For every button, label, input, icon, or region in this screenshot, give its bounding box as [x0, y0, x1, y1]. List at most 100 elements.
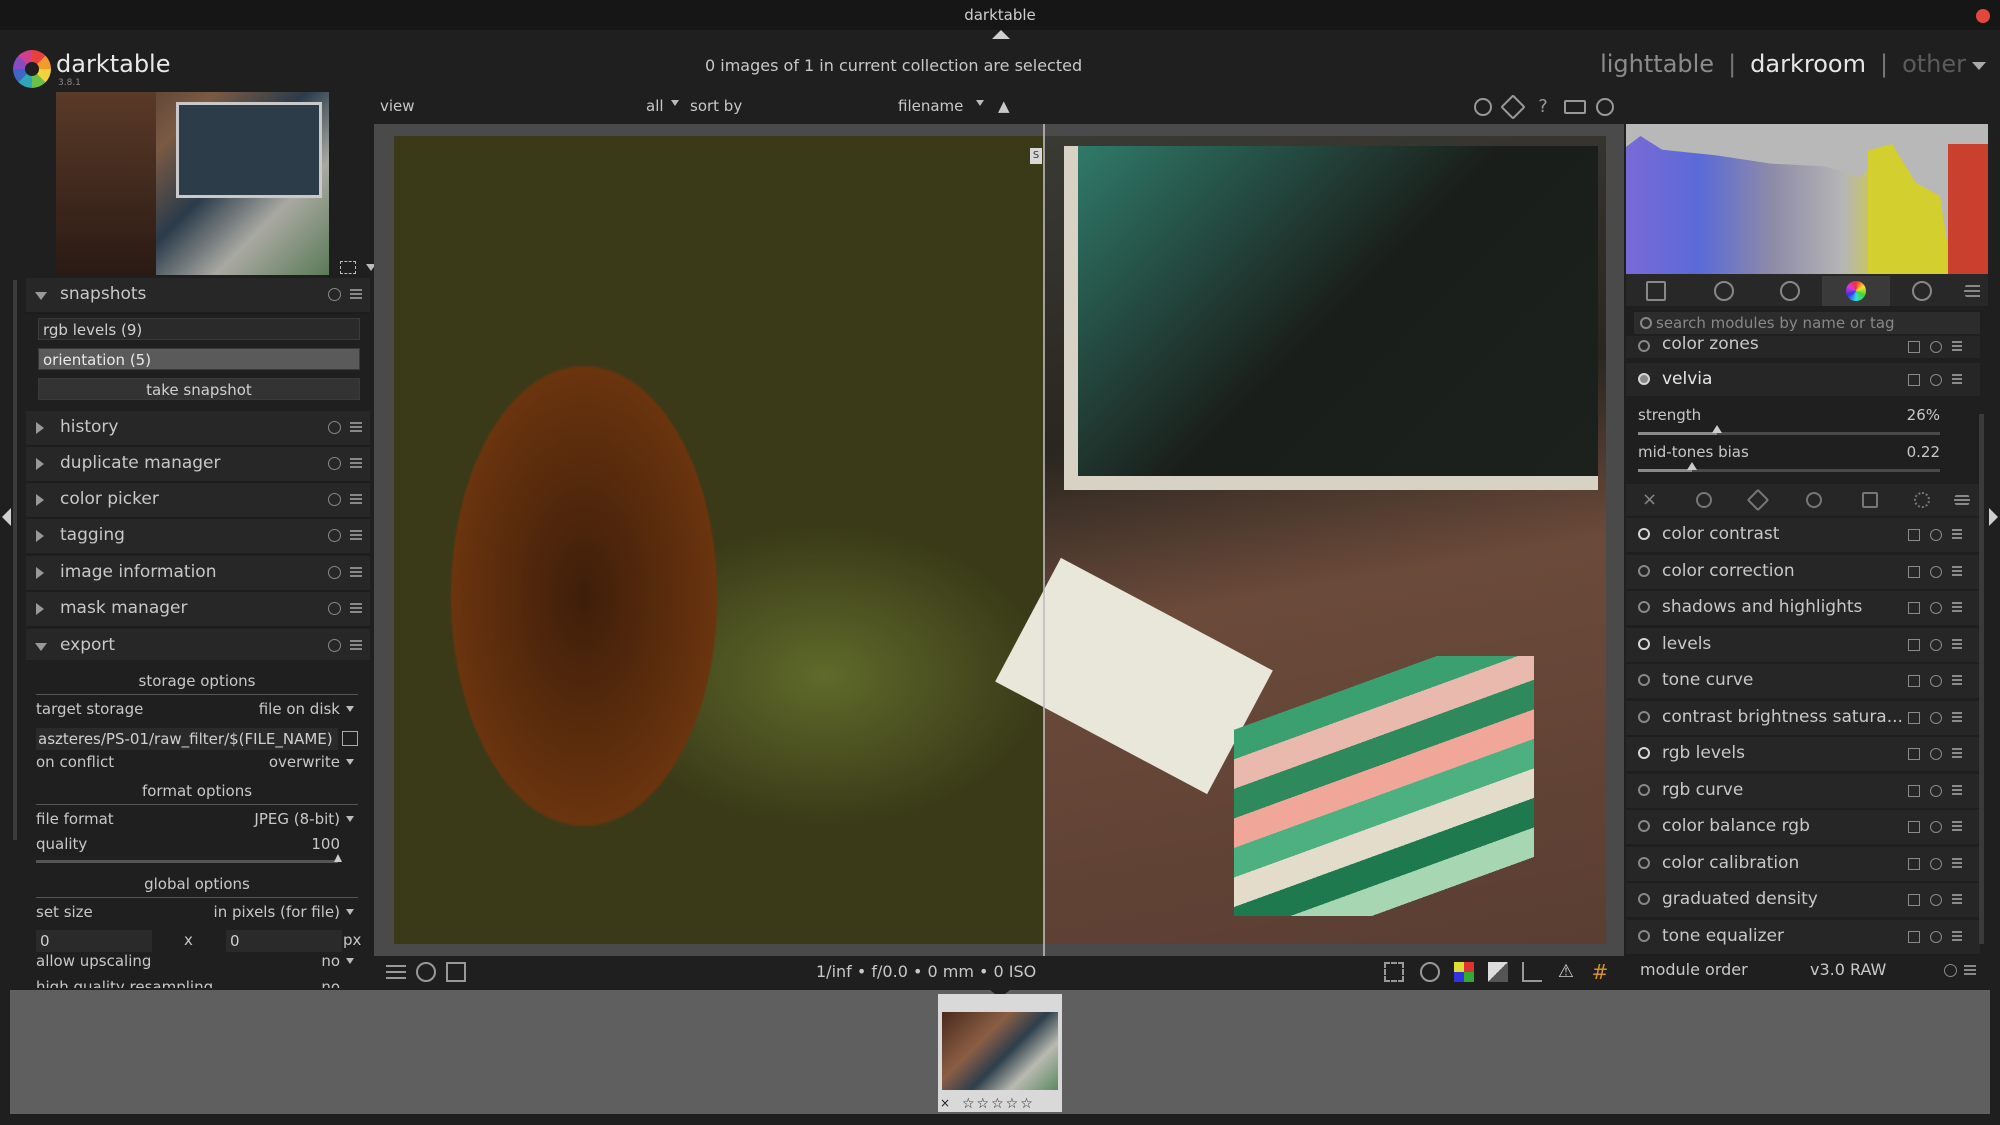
power-icon[interactable]: [1638, 528, 1650, 540]
reject-icon[interactable]: ×: [940, 1096, 950, 1110]
uniform-mask-icon[interactable]: [1696, 492, 1712, 508]
reset-icon[interactable]: [1930, 602, 1942, 614]
slider-knob[interactable]: [1712, 425, 1722, 433]
module-graduated-density[interactable]: graduated density: [1626, 883, 1980, 919]
module-duplicate-manager[interactable]: duplicate manager: [26, 447, 370, 483]
view-lighttable[interactable]: lighttable: [1600, 50, 1714, 78]
multi-instance-icon[interactable]: [1908, 931, 1920, 943]
mid-tones-bias-slider-bar[interactable]: [1638, 462, 1940, 472]
filmstrip-thumbnail-image[interactable]: [942, 1012, 1058, 1090]
reset-icon[interactable]: [1930, 529, 1942, 541]
hq-resampling-select[interactable]: high quality resampling no: [36, 978, 358, 988]
snapshot-split-line[interactable]: [1043, 124, 1045, 956]
effects-group-icon[interactable]: [1912, 281, 1932, 301]
export-path-input[interactable]: aszteres/PS-01/raw_filter/$(FILE_NAME): [36, 728, 338, 750]
reset-icon[interactable]: [1944, 964, 1957, 977]
styles-icon[interactable]: [416, 962, 436, 982]
quality-slider[interactable]: [36, 854, 342, 863]
presets-menu-icon[interactable]: [350, 639, 362, 651]
multi-instance-icon[interactable]: [1908, 675, 1920, 687]
view-other[interactable]: other: [1902, 50, 1966, 78]
power-icon[interactable]: [1638, 893, 1650, 905]
gear-icon[interactable]: [1596, 98, 1614, 116]
target-storage-select[interactable]: target storage file on disk: [36, 700, 358, 722]
warning-icon[interactable]: ⚠: [1556, 962, 1576, 982]
quick-access-icon[interactable]: [386, 962, 406, 982]
module-color-zones[interactable]: color zones: [1626, 336, 1980, 360]
reset-icon[interactable]: [1930, 639, 1942, 651]
sort-select[interactable]: filename: [898, 97, 963, 115]
power-icon[interactable]: [1638, 930, 1650, 942]
multi-instance-icon[interactable]: [1908, 639, 1920, 651]
multi-instance-icon[interactable]: [1908, 894, 1920, 906]
multi-instance-icon[interactable]: [1908, 566, 1920, 578]
power-icon[interactable]: [1638, 565, 1650, 577]
power-icon[interactable]: [1638, 747, 1650, 759]
presets-menu-icon[interactable]: [1952, 785, 1962, 795]
file-format-select[interactable]: file format JPEG (8-bit): [36, 810, 358, 832]
second-window-icon[interactable]: [446, 962, 466, 982]
gamut-check-icon[interactable]: [1488, 962, 1508, 982]
presets-menu-icon[interactable]: [350, 529, 362, 541]
reset-icon[interactable]: [328, 566, 341, 579]
reset-icon[interactable]: [328, 421, 341, 434]
power-icon[interactable]: [1638, 601, 1650, 613]
presets-menu-icon[interactable]: [350, 602, 362, 614]
allow-upscaling-select[interactable]: allow upscaling no: [36, 952, 358, 974]
module-order-value[interactable]: v3.0 RAW: [1810, 960, 1886, 979]
fullscreen-icon[interactable]: [340, 261, 356, 274]
presets-menu-icon[interactable]: [1952, 894, 1962, 904]
mask-off-icon[interactable]: ×: [1642, 491, 1658, 509]
grouping-icon[interactable]: [1474, 98, 1492, 116]
power-icon[interactable]: [1638, 820, 1650, 832]
close-window-button[interactable]: [1976, 9, 1990, 23]
mid-tones-bias-slider[interactable]: mid-tones bias 0.22: [1638, 443, 1940, 461]
presets-menu-icon[interactable]: [350, 566, 362, 578]
collapse-left-panel-icon[interactable]: [2, 508, 11, 526]
reset-icon[interactable]: [1930, 675, 1942, 687]
color-assessment-icon[interactable]: [1420, 962, 1440, 982]
strength-slider-bar[interactable]: [1638, 425, 1940, 435]
presets-menu-icon[interactable]: [1952, 566, 1962, 576]
module-color-picker[interactable]: color picker: [26, 483, 370, 519]
views-dropdown-icon[interactable]: [1972, 62, 1986, 70]
snapshot-split-marker[interactable]: S: [1030, 148, 1042, 164]
slider-knob[interactable]: [1687, 462, 1697, 470]
module-levels[interactable]: levels: [1626, 628, 1980, 664]
right-panel-scrollbar[interactable]: [1979, 414, 1984, 944]
presets-menu-icon[interactable]: [1952, 341, 1962, 351]
module-snapshots[interactable]: snapshots: [26, 278, 370, 314]
take-snapshot-button[interactable]: take snapshot: [38, 378, 360, 400]
multi-instance-icon[interactable]: [1908, 374, 1920, 386]
presets-menu-icon[interactable]: [1952, 712, 1962, 722]
strength-slider[interactable]: strength 26%: [1638, 406, 1940, 424]
multi-instance-icon[interactable]: [1908, 748, 1920, 760]
presets-menu-icon[interactable]: [1952, 639, 1962, 649]
view-darkroom[interactable]: darkroom: [1750, 50, 1866, 78]
active-modules-icon[interactable]: [1714, 281, 1734, 301]
presets-menu-icon[interactable]: [1952, 675, 1962, 685]
raw-overexposed-icon[interactable]: [1522, 962, 1542, 982]
reset-icon[interactable]: [328, 493, 341, 506]
power-icon[interactable]: [1638, 638, 1650, 650]
reset-icon[interactable]: [1930, 566, 1942, 578]
module-tone-equalizer[interactable]: tone equalizer: [1626, 920, 1980, 956]
presets-menu-icon[interactable]: [350, 421, 362, 433]
module-color-correction[interactable]: color correction: [1626, 555, 1980, 591]
presets-menu-icon[interactable]: [1952, 748, 1962, 758]
module-color-contrast[interactable]: color contrast: [1626, 518, 1980, 554]
reset-icon[interactable]: [1930, 821, 1942, 833]
presets-menu-icon[interactable]: [350, 288, 362, 300]
parametric-mask-icon[interactable]: [1806, 492, 1822, 508]
snapshot-item[interactable]: orientation (5): [38, 348, 360, 370]
module-mask-manager[interactable]: mask manager: [26, 592, 370, 628]
reset-icon[interactable]: [1930, 931, 1942, 943]
reset-icon[interactable]: [1930, 785, 1942, 797]
quality-slider-row[interactable]: quality 100: [36, 835, 358, 857]
keyboard-icon[interactable]: [1564, 100, 1586, 114]
reset-icon[interactable]: [1930, 712, 1942, 724]
module-search-input[interactable]: search modules by name or tag: [1634, 312, 1980, 334]
collapse-top-icon[interactable]: [992, 30, 1010, 39]
softproof-icon[interactable]: [1454, 962, 1474, 982]
module-contrast-brightness-satura[interactable]: contrast brightness satura...: [1626, 701, 1980, 737]
